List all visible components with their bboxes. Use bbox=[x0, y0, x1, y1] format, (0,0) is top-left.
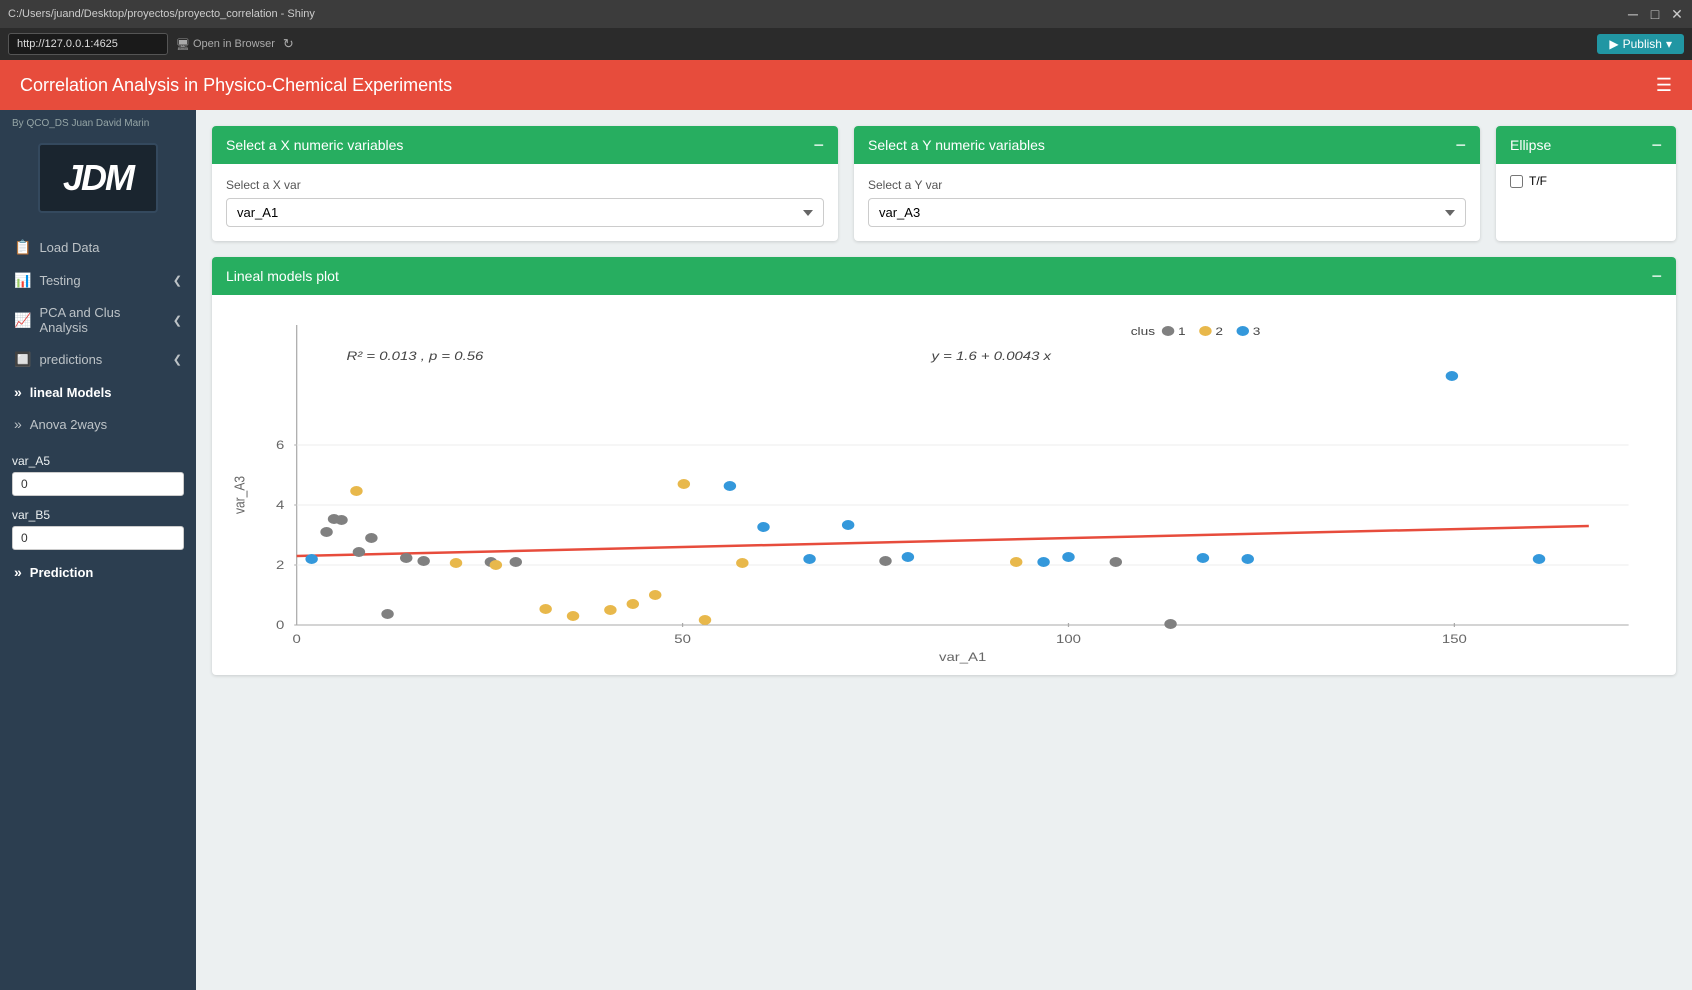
sidebar-logo: JDM bbox=[0, 133, 196, 223]
chart-panel-title: Lineal models plot bbox=[226, 268, 339, 284]
logo-jdm: JDM bbox=[38, 143, 158, 213]
ellipse-panel: Ellipse − T/F bbox=[1496, 126, 1676, 241]
address-input[interactable]: http://127.0.0.1:4625 bbox=[8, 33, 168, 55]
sidebar-item-load-data[interactable]: 📋 Load Data bbox=[0, 231, 196, 264]
browser-title: C:/Users/juand/Desktop/proyectos/proyect… bbox=[8, 8, 315, 20]
svg-text:var_A3: var_A3 bbox=[231, 476, 248, 514]
svg-text:2: 2 bbox=[276, 558, 284, 571]
testing-chevron-icon: ❮ bbox=[173, 274, 182, 287]
y-panel-title: Select a Y numeric variables bbox=[868, 137, 1045, 153]
chart-svg: 0 2 4 6 0 50 bbox=[222, 305, 1666, 665]
sidebar-item-anova-2ways[interactable]: » Anova 2ways bbox=[0, 408, 196, 440]
close-button[interactable]: ✕ bbox=[1670, 7, 1684, 21]
ellipse-panel-title: Ellipse bbox=[1510, 137, 1551, 153]
main-layout: By QCO_DS Juan David Marin JDM 📋 Load Da… bbox=[0, 110, 1692, 990]
y-panel-body: Select a Y var var_A1 var_A2 var_A3 var_… bbox=[854, 164, 1480, 241]
maximize-button[interactable]: □ bbox=[1648, 7, 1662, 21]
chart-container: 0 2 4 6 0 50 bbox=[212, 295, 1676, 675]
svg-text:var_A1: var_A1 bbox=[939, 650, 986, 663]
open-icon: 🖥 bbox=[176, 38, 190, 51]
var-b5-label: var_B5 bbox=[12, 508, 184, 522]
svg-text:clus: clus bbox=[1131, 325, 1155, 337]
sidebar-item-lineal-models[interactable]: » lineal Models bbox=[0, 376, 196, 408]
sidebar-item-testing[interactable]: 📊 Testing ❮ bbox=[0, 264, 196, 297]
ellipse-panel-header: Ellipse − bbox=[1496, 126, 1676, 164]
var-b5-group: var_B5 bbox=[0, 502, 196, 556]
refresh-button[interactable]: ↻ bbox=[283, 36, 294, 52]
ellipse-checkbox-row: T/F bbox=[1496, 164, 1676, 198]
y-select-label: Select a Y var bbox=[868, 178, 1466, 192]
sidebar-item-predictions[interactable]: 🔲 predictions ❮ bbox=[0, 343, 196, 376]
anova-icon: » bbox=[14, 416, 22, 432]
browser-titlebar: C:/Users/juand/Desktop/proyectos/proyect… bbox=[0, 0, 1692, 28]
chart-panel-header: Lineal models plot − bbox=[212, 257, 1676, 295]
pca-chevron-icon: ❮ bbox=[173, 314, 182, 327]
svg-text:0: 0 bbox=[276, 618, 284, 631]
svg-text:0: 0 bbox=[293, 632, 301, 645]
titlebar-controls: ─ □ ✕ bbox=[1626, 7, 1684, 21]
sidebar-item-prediction[interactable]: » Prediction bbox=[0, 556, 196, 588]
publish-chevron-icon: ▾ bbox=[1666, 37, 1672, 51]
y-variable-panel: Select a Y numeric variables − Select a … bbox=[854, 126, 1480, 241]
app-title: Correlation Analysis in Physico-Chemical… bbox=[20, 75, 1640, 96]
ellipse-checkbox-label: T/F bbox=[1529, 174, 1547, 188]
minimize-button[interactable]: ─ bbox=[1626, 7, 1640, 21]
testing-icon: 📊 bbox=[14, 272, 31, 289]
svg-text:3: 3 bbox=[1253, 325, 1261, 337]
x-var-select[interactable]: var_A1 var_A2 var_A3 var_A4 var_A5 bbox=[226, 198, 824, 227]
app-wrapper: Correlation Analysis in Physico-Chemical… bbox=[0, 60, 1692, 990]
open-in-browser-button[interactable]: 🖥 Open in Browser bbox=[176, 38, 275, 51]
svg-text:6: 6 bbox=[276, 438, 284, 451]
svg-text:4: 4 bbox=[276, 498, 285, 511]
chart-panel: Lineal models plot − 0 2 4 bbox=[212, 257, 1676, 675]
svg-text:100: 100 bbox=[1056, 632, 1081, 645]
ellipse-checkbox[interactable] bbox=[1510, 175, 1523, 188]
x-panel-minimize-button[interactable]: − bbox=[813, 136, 824, 154]
browser-addressbar: http://127.0.0.1:4625 🖥 Open in Browser … bbox=[0, 28, 1692, 60]
x-select-label: Select a X var bbox=[226, 178, 824, 192]
sidebar: By QCO_DS Juan David Marin JDM 📋 Load Da… bbox=[0, 110, 196, 990]
load-data-icon: 📋 bbox=[14, 239, 31, 256]
svg-text:y = 1.6 + 0.0043 x: y = 1.6 + 0.0043 x bbox=[930, 349, 1052, 362]
y-panel-header: Select a Y numeric variables − bbox=[854, 126, 1480, 164]
var-b5-input[interactable] bbox=[12, 526, 184, 550]
y-panel-minimize-button[interactable]: − bbox=[1455, 136, 1466, 154]
app-header: Correlation Analysis in Physico-Chemical… bbox=[0, 60, 1692, 110]
ellipse-panel-minimize-button[interactable]: − bbox=[1651, 136, 1662, 154]
publish-button[interactable]: ▶ Publish ▾ bbox=[1597, 34, 1684, 54]
sidebar-menu: 📋 Load Data 📊 Testing ❮ 📈 PCA and Clus A… bbox=[0, 223, 196, 448]
var-a5-input[interactable] bbox=[12, 472, 184, 496]
titlebar-left: C:/Users/juand/Desktop/proyectos/proyect… bbox=[8, 8, 315, 20]
prediction-icon: » bbox=[14, 564, 22, 580]
y-var-select[interactable]: var_A1 var_A2 var_A3 var_A4 var_A5 bbox=[868, 198, 1466, 227]
chart-panel-minimize-button[interactable]: − bbox=[1651, 267, 1662, 285]
predictions-chevron-icon: ❮ bbox=[173, 353, 182, 366]
svg-text:1: 1 bbox=[1178, 325, 1186, 337]
pca-icon: 📈 bbox=[14, 312, 31, 329]
x-panel-header: Select a X numeric variables − bbox=[212, 126, 838, 164]
publish-icon: ▶ bbox=[1609, 37, 1618, 51]
x-variable-panel: Select a X numeric variables − Select a … bbox=[212, 126, 838, 241]
x-panel-body: Select a X var var_A1 var_A2 var_A3 var_… bbox=[212, 164, 838, 241]
top-panel-row: Select a X numeric variables − Select a … bbox=[212, 126, 1676, 241]
sidebar-by-label: By QCO_DS Juan David Marin bbox=[0, 110, 196, 133]
var-a5-group: var_A5 bbox=[0, 448, 196, 502]
svg-text:R² = 0.013 , p = 0.56: R² = 0.013 , p = 0.56 bbox=[346, 349, 483, 362]
svg-text:50: 50 bbox=[674, 632, 691, 645]
browser-chrome: C:/Users/juand/Desktop/proyectos/proyect… bbox=[0, 0, 1692, 60]
svg-text:150: 150 bbox=[1442, 632, 1467, 645]
svg-text:2: 2 bbox=[1215, 325, 1223, 337]
hamburger-icon[interactable]: ☰ bbox=[1656, 75, 1672, 96]
sidebar-item-pca-clus[interactable]: 📈 PCA and Clus Analysis ❮ bbox=[0, 297, 196, 343]
x-panel-title: Select a X numeric variables bbox=[226, 137, 403, 153]
content-area: Select a X numeric variables − Select a … bbox=[196, 110, 1692, 990]
var-a5-label: var_A5 bbox=[12, 454, 184, 468]
predictions-icon: 🔲 bbox=[14, 351, 31, 368]
lineal-models-icon: » bbox=[14, 384, 22, 400]
